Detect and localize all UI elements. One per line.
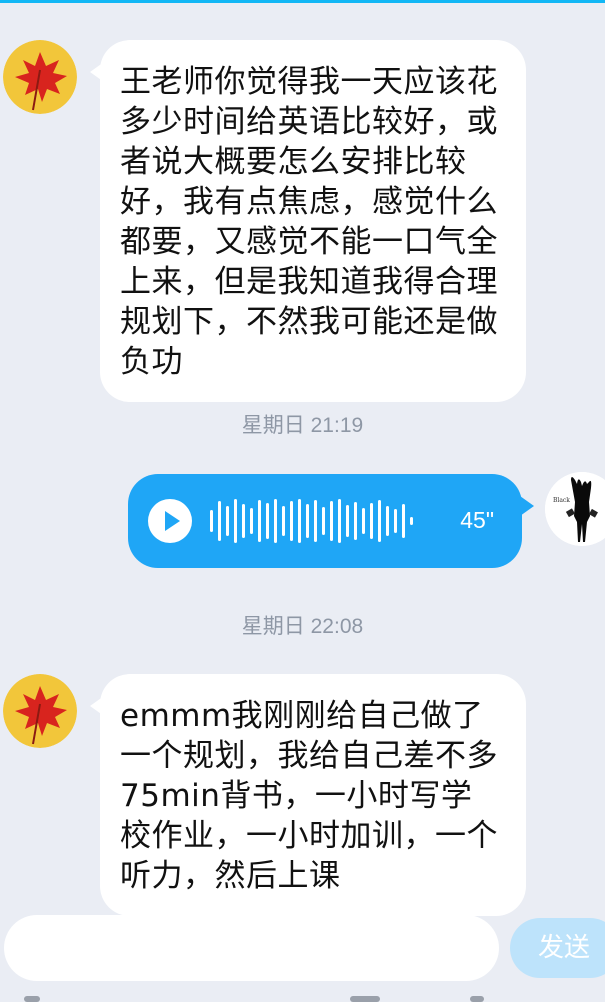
maple-leaf-avatar-icon [3,674,77,748]
waveform-icon [210,494,413,548]
voice-duration: 45" [460,507,494,533]
bottom-toolbar [0,990,605,1002]
contact-avatar[interactable] [3,40,77,114]
maple-leaf-avatar-icon [3,40,77,114]
play-icon[interactable] [148,499,192,543]
message-text: 王老师你觉得我一天应该花多少时间给英语比较好，或者说大概要怎么安排比较好，我有点… [120,64,498,380]
user-avatar[interactable]: Black [545,472,605,546]
message-bubble-incoming[interactable]: emmm我刚刚给自己做了一个规划，我给自己差不多75min背书，一小时写学校作业… [90,674,526,916]
send-button[interactable]: 发送 [510,918,605,978]
timestamp: 星期日 21:19 [241,414,364,437]
voice-message-bubble[interactable]: 45" [128,474,534,568]
top-accent-bar [0,0,605,3]
svg-text:Black: Black [553,497,570,504]
message-bubble-incoming[interactable]: 王老师你觉得我一天应该花多少时间给英语比较好，或者说大概要怎么安排比较好，我有点… [90,40,526,402]
contact-avatar[interactable] [3,674,77,748]
message-text: emmm我刚刚给自己做了一个规划，我给自己差不多75min背书，一小时写学校作业… [120,698,498,894]
black-figure-avatar-icon: Black [545,472,605,546]
message-input[interactable] [4,915,499,981]
timestamp: 星期日 22:08 [241,615,364,638]
